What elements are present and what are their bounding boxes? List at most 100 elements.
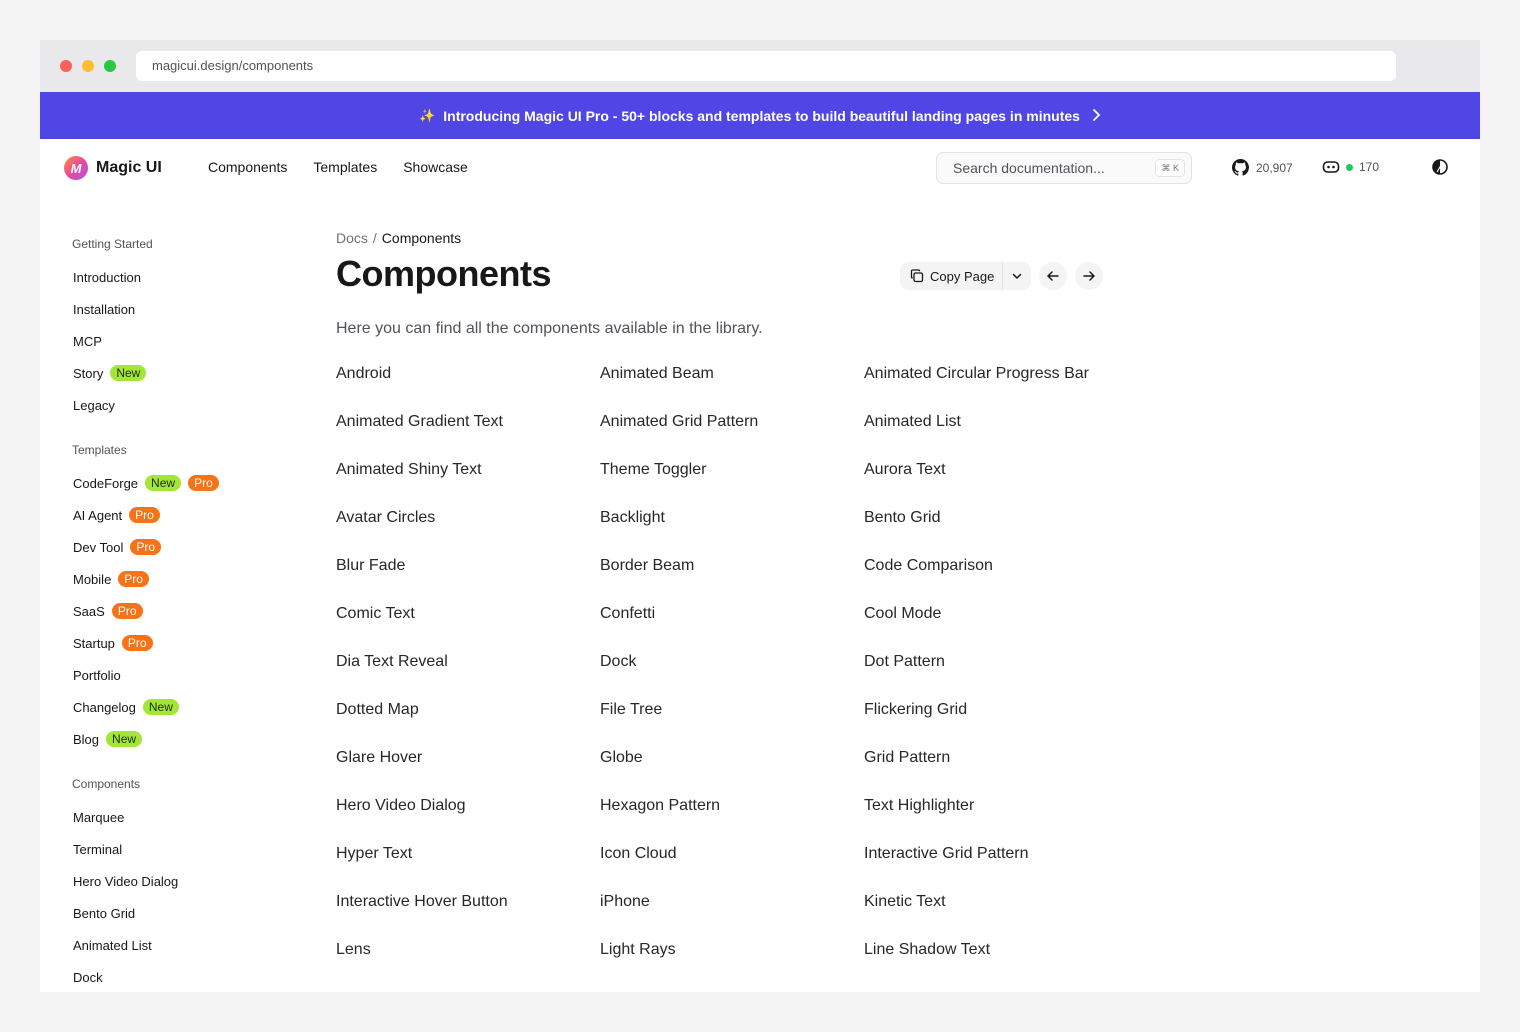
component-link-blur-fade[interactable]: Blur Fade [336, 554, 600, 602]
copy-icon [910, 269, 924, 283]
component-link-aurora-text[interactable]: Aurora Text [864, 458, 1128, 506]
component-link-text-highlighter[interactable]: Text Highlighter [864, 794, 1128, 842]
address-bar[interactable]: magicui.design/components [136, 51, 1396, 81]
theme-toggle-button[interactable] [1431, 158, 1449, 181]
chevron-right-icon [1092, 108, 1101, 124]
copy-page-button[interactable]: Copy Page [900, 262, 1002, 290]
next-page-button[interactable] [1075, 262, 1104, 290]
component-link-hero-video-dialog[interactable]: Hero Video Dialog [336, 794, 600, 842]
logo-link[interactable]: M Magic UI [64, 156, 162, 180]
component-link-interactive-grid-pattern[interactable]: Interactive Grid Pattern [864, 842, 1128, 890]
copy-page-label: Copy Page [930, 268, 995, 284]
promo-banner[interactable]: ✨ Introducing Magic UI Pro - 50+ blocks … [40, 92, 1480, 139]
component-link-animated-grid-pattern[interactable]: Animated Grid Pattern [600, 410, 864, 458]
github-link[interactable]: 20,907 [1232, 159, 1293, 176]
component-link-globe[interactable]: Globe [600, 746, 864, 794]
sidebar-item-label: Introduction [73, 269, 141, 285]
component-link-lens[interactable]: Lens [336, 938, 600, 986]
component-link-grid-pattern[interactable]: Grid Pattern [864, 746, 1128, 794]
sidebar-item-story[interactable]: Story New [72, 357, 272, 389]
component-link-animated-shiny-text[interactable]: Animated Shiny Text [336, 458, 600, 506]
sidebar-item-mobile[interactable]: Mobile Pro [72, 563, 272, 595]
sidebar-item-installation[interactable]: Installation [72, 293, 272, 325]
component-link-avatar-circles[interactable]: Avatar Circles [336, 506, 600, 554]
browser-window: magicui.design/components ✨ Introducing … [40, 40, 1480, 992]
sidebar-item-codeforge[interactable]: CodeForge New Pro [72, 467, 272, 499]
component-link-dotted-map[interactable]: Dotted Map [336, 698, 600, 746]
component-link-icon-cloud[interactable]: Icon Cloud [600, 842, 864, 890]
sidebar-item-blog[interactable]: Blog New [72, 723, 272, 755]
close-window-button[interactable] [60, 60, 72, 72]
breadcrumb-docs[interactable]: Docs [336, 230, 368, 246]
component-link-line-shadow-text[interactable]: Line Shadow Text [864, 938, 1128, 986]
sidebar-item-dev-tool[interactable]: Dev Tool Pro [72, 531, 272, 563]
sidebar-item-animated-list[interactable]: Animated List [72, 929, 272, 961]
component-link-theme-toggler[interactable]: Theme Toggler [600, 458, 864, 506]
sidebar-item-label: Bento Grid [73, 905, 136, 921]
pro-badge: Pro [188, 475, 219, 491]
component-link-code-comparison[interactable]: Code Comparison [864, 554, 1128, 602]
sidebar-item-saas[interactable]: SaaS Pro [72, 595, 272, 627]
component-link-interactive-hover-button[interactable]: Interactive Hover Button [336, 890, 600, 938]
component-link-iphone[interactable]: iPhone [600, 890, 864, 938]
pro-badge: Pro [130, 539, 162, 555]
component-link-file-tree[interactable]: File Tree [600, 698, 864, 746]
previous-page-button[interactable] [1039, 262, 1068, 290]
component-link-light-rays[interactable]: Light Rays [600, 938, 864, 986]
sidebar-item-changelog[interactable]: Changelog New [72, 691, 272, 723]
nav-showcase[interactable]: Showcase [403, 159, 468, 175]
component-link-dia-text-reveal[interactable]: Dia Text Reveal [336, 650, 600, 698]
sidebar-item-terminal[interactable]: Terminal [72, 833, 272, 865]
page-description: Here you can find all the components ava… [336, 320, 763, 337]
search-shortcut: ⌘ K [1155, 159, 1185, 177]
sidebar-item-startup[interactable]: Startup Pro [72, 627, 272, 659]
component-link-dot-pattern[interactable]: Dot Pattern [864, 650, 1128, 698]
component-link-cool-mode[interactable]: Cool Mode [864, 602, 1128, 650]
component-link-confetti[interactable]: Confetti [600, 602, 864, 650]
component-link-dock[interactable]: Dock [600, 650, 864, 698]
sidebar-item-hero-video-dialog[interactable]: Hero Video Dialog [72, 865, 272, 897]
sidebar-group-getting-started: Getting Started Introduction Installation M… [72, 237, 272, 421]
magic-ui-logo-icon: M [64, 156, 88, 180]
component-link-animated-list[interactable]: Animated List [864, 410, 1128, 458]
sidebar-item-label: SaaS [73, 603, 105, 619]
sidebar-item-legacy[interactable]: Legacy [72, 389, 272, 421]
sidebar-item-label: Changelog [73, 699, 136, 715]
pro-badge: Pro [129, 507, 160, 523]
component-link-kinetic-text[interactable]: Kinetic Text [864, 890, 1128, 938]
sidebar-item-label: CodeForge [73, 475, 139, 491]
component-link-comic-text[interactable]: Comic Text [336, 602, 600, 650]
component-link-border-beam[interactable]: Border Beam [600, 554, 864, 602]
copy-options-button[interactable] [1003, 262, 1031, 290]
sidebar-item-dock[interactable]: Dock [72, 961, 272, 992]
arrow-right-icon [1083, 271, 1096, 281]
sidebar-item-mcp[interactable]: MCP [72, 325, 272, 357]
component-link-hyper-text[interactable]: Hyper Text [336, 842, 600, 890]
browser-chrome: magicui.design/components [40, 40, 1480, 92]
component-link-android[interactable]: Android [336, 362, 600, 410]
promo-banner-text: Introducing Magic UI Pro - 50+ blocks an… [443, 107, 1080, 124]
component-link-glare-hover[interactable]: Glare Hover [336, 746, 600, 794]
component-link-backlight[interactable]: Backlight [600, 506, 864, 554]
component-link-bento-grid[interactable]: Bento Grid [864, 506, 1128, 554]
component-link-hexagon-pattern[interactable]: Hexagon Pattern [600, 794, 864, 842]
new-badge: New [110, 365, 147, 381]
sidebar-item-ai-agent[interactable]: AI Agent Pro [72, 499, 272, 531]
component-link-animated-circular-progress-bar[interactable]: Animated Circular Progress Bar [864, 362, 1128, 410]
sidebar-item-bento-grid[interactable]: Bento Grid [72, 897, 272, 929]
component-link-animated-beam[interactable]: Animated Beam [600, 362, 864, 410]
search-input[interactable]: Search documentation... ⌘ K [936, 152, 1192, 184]
sidebar-item-introduction[interactable]: Introduction [72, 261, 272, 293]
component-link-animated-gradient-text[interactable]: Animated Gradient Text [336, 410, 600, 458]
sidebar-item-portfolio[interactable]: Portfolio [72, 659, 272, 691]
component-link-flickering-grid[interactable]: Flickering Grid [864, 698, 1128, 746]
minimize-window-button[interactable] [82, 60, 94, 72]
maximize-window-button[interactable] [104, 60, 116, 72]
nav-components[interactable]: Components [208, 159, 287, 175]
sidebar-item-label: Dock [73, 969, 103, 985]
sidebar-item-marquee[interactable]: Marquee [72, 801, 272, 833]
theme-toggle-icon [1432, 159, 1448, 175]
nav-templates[interactable]: Templates [313, 159, 377, 175]
sidebar-item-label: Portfolio [73, 667, 121, 683]
discord-link[interactable]: 170 [1322, 159, 1379, 175]
